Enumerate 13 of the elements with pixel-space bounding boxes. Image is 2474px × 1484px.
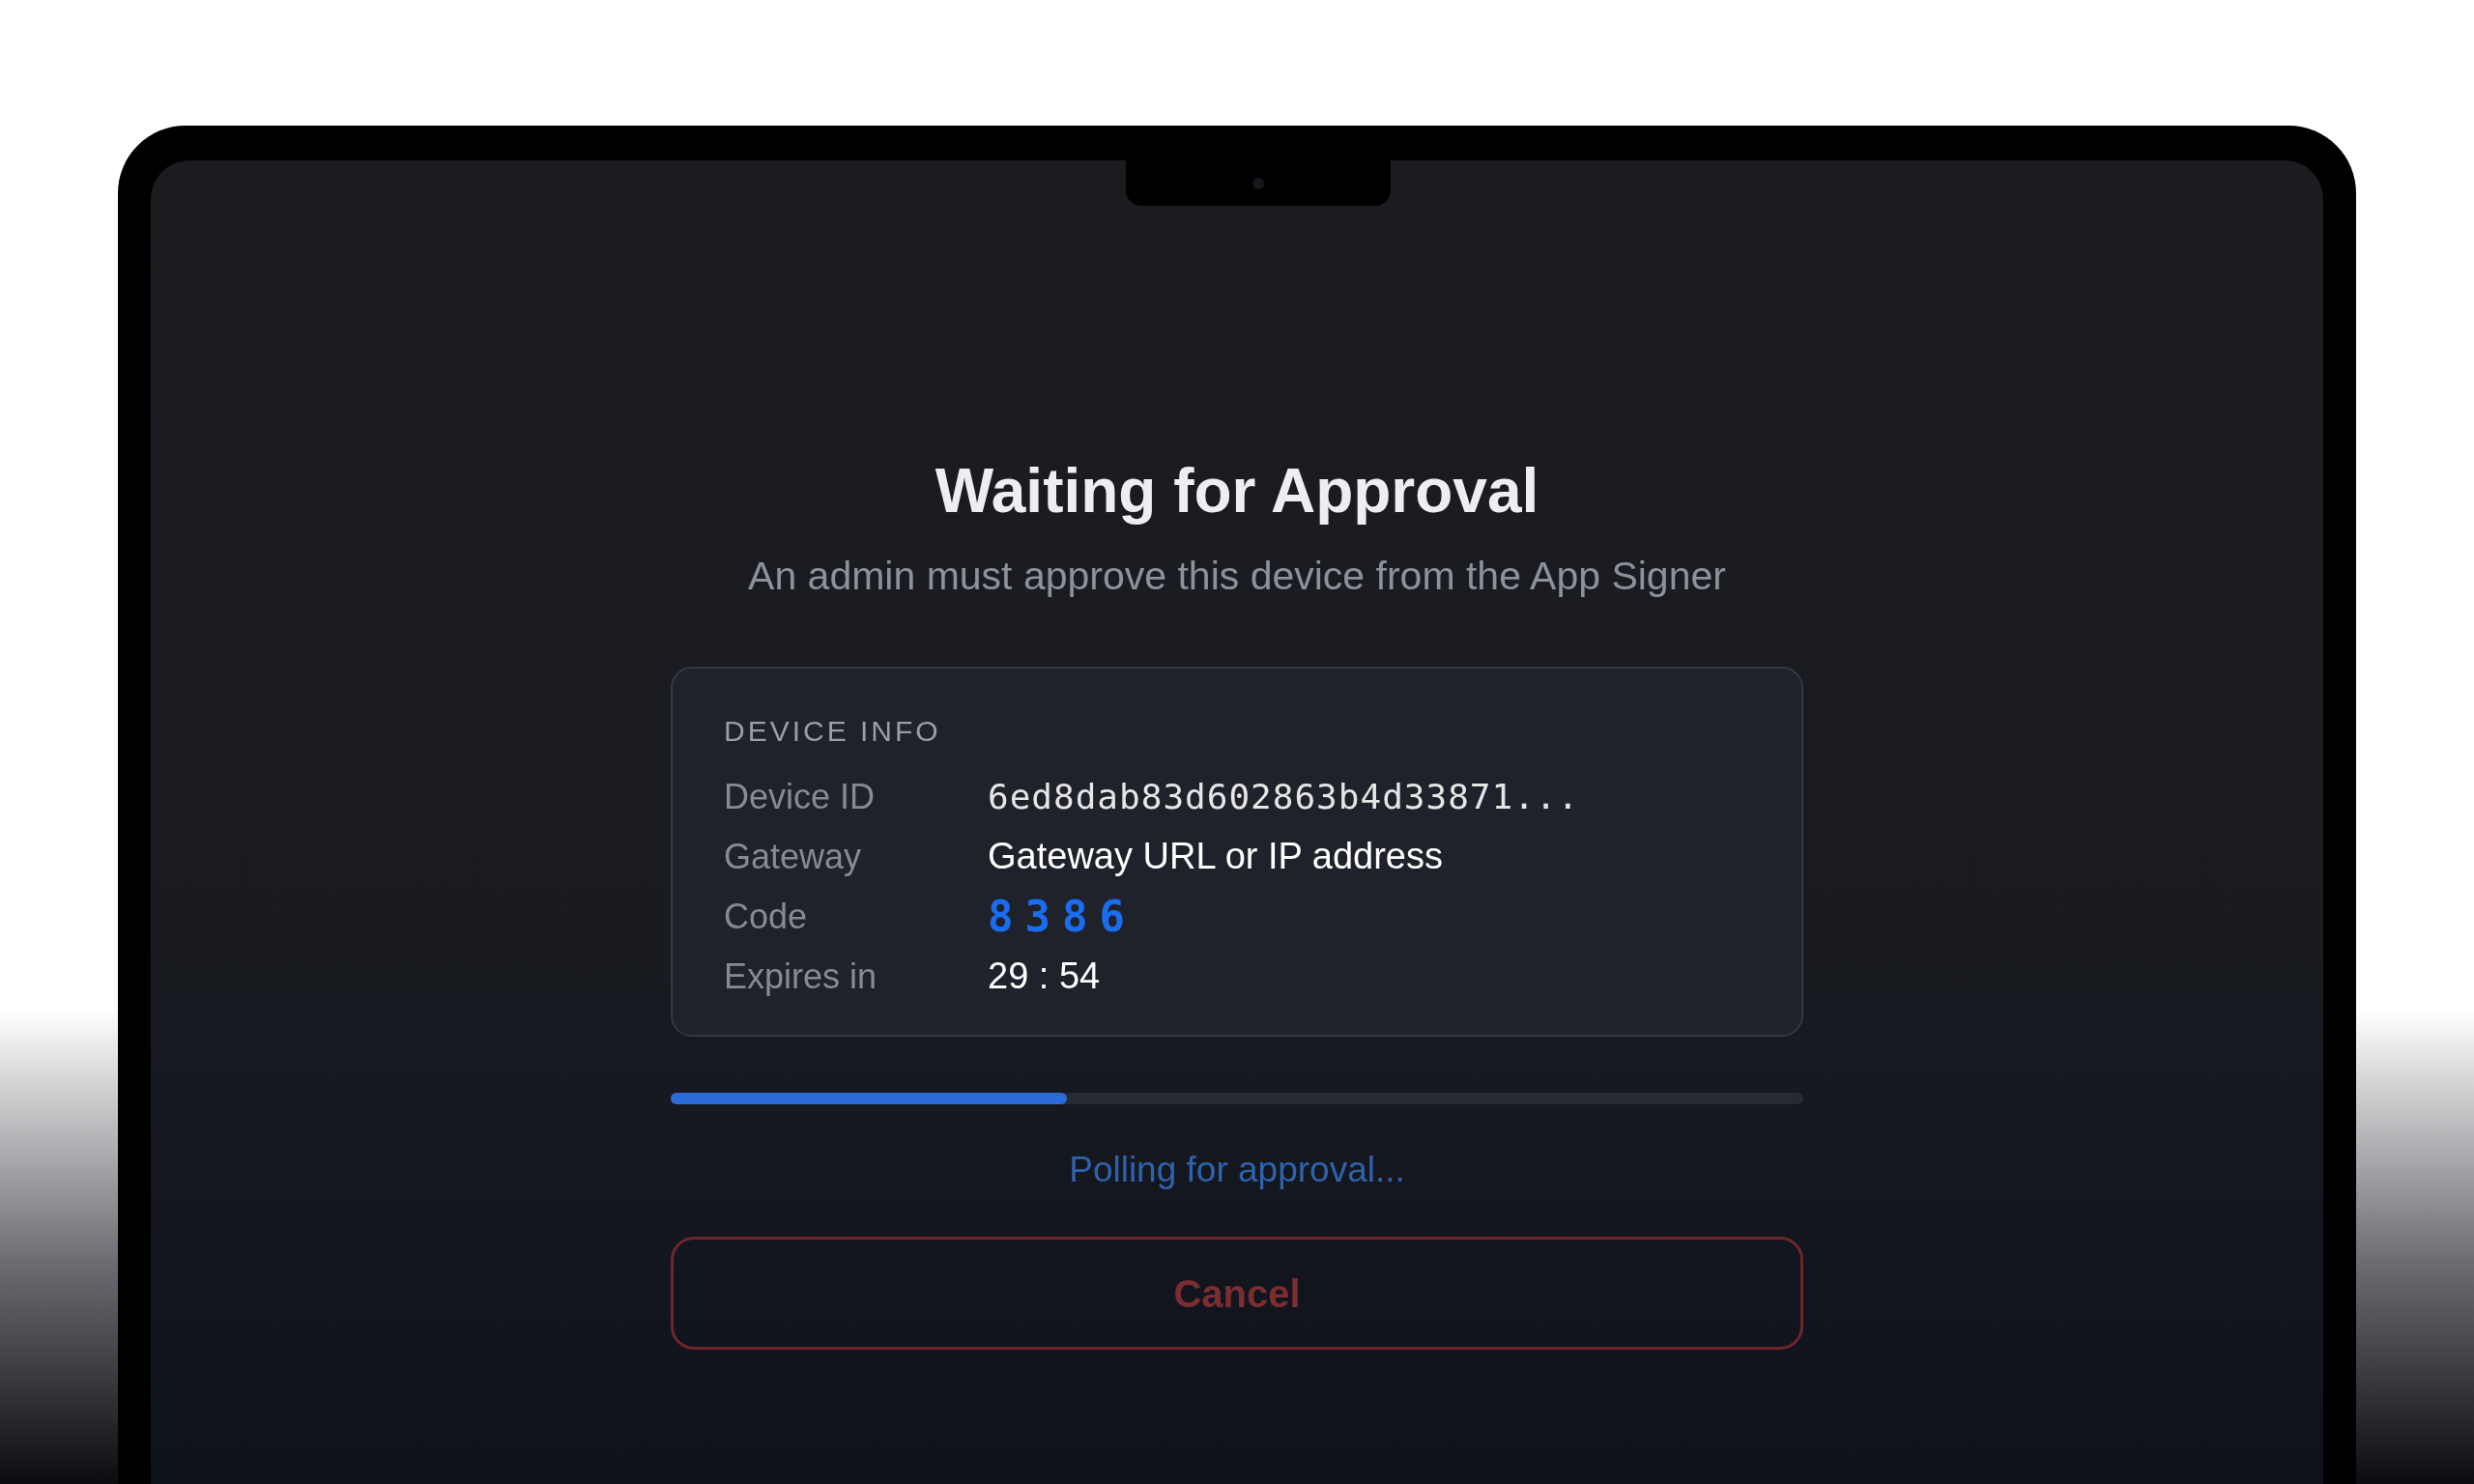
info-label: Code bbox=[724, 895, 809, 938]
section-heading: DEVICE INFO bbox=[724, 716, 942, 746]
cancel-button[interactable]: Cancel bbox=[671, 1237, 1803, 1350]
info-value: 8386 bbox=[988, 890, 1136, 943]
info-value: 6ed8dab83d602863b4d33871... bbox=[988, 775, 1580, 818]
status-text: Polling for approval... bbox=[1069, 1148, 1405, 1191]
info-label: Device ID bbox=[724, 775, 877, 818]
info-label: Gateway bbox=[724, 835, 863, 878]
info-value: 29 : 54 bbox=[988, 955, 1101, 998]
info-value: Gateway URL or IP address bbox=[988, 835, 1443, 878]
camera-icon bbox=[1252, 177, 1264, 189]
info-label: Expires in bbox=[724, 955, 878, 998]
screen-subtitle: An admin must approve this device from the App Signer bbox=[748, 553, 1726, 600]
